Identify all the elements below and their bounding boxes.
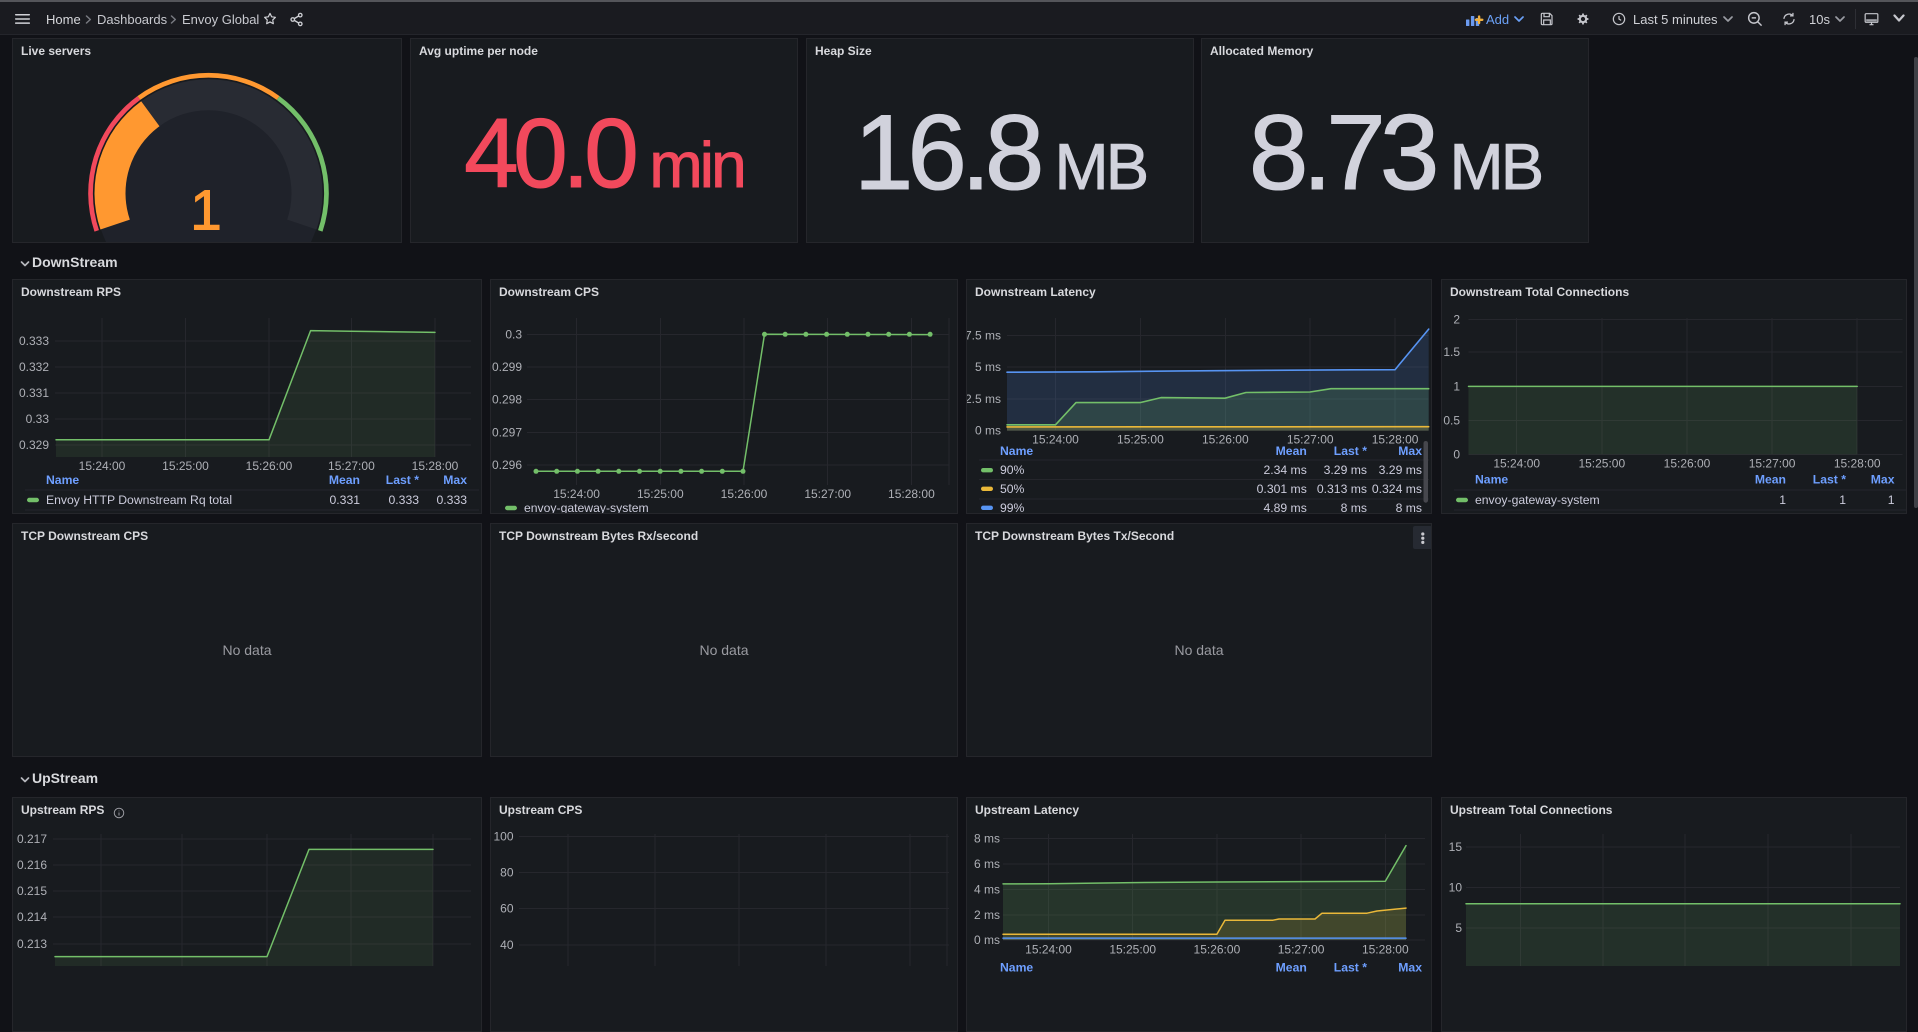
svg-text:0.217: 0.217	[17, 832, 47, 846]
svg-text:15:25:00: 15:25:00	[1117, 433, 1164, 447]
svg-text:Max: Max	[443, 473, 467, 487]
svg-text:15:24:00: 15:24:00	[553, 487, 600, 501]
svg-text:15:28:00: 15:28:00	[412, 459, 459, 473]
svg-text:15:26:00: 15:26:00	[246, 459, 293, 473]
svg-text:0.324 ms: 0.324 ms	[1372, 482, 1422, 496]
svg-text:2: 2	[1453, 313, 1460, 327]
svg-text:15:27:00: 15:27:00	[328, 459, 375, 473]
svg-text:0: 0	[1453, 447, 1460, 461]
svg-text:8 ms: 8 ms	[1341, 501, 1367, 514]
svg-text:Name: Name	[1475, 473, 1508, 487]
svg-text:90%: 90%	[1000, 463, 1025, 477]
svg-text:Mean: Mean	[329, 473, 360, 487]
svg-text:60: 60	[500, 902, 514, 916]
svg-text:2.5 ms: 2.5 ms	[967, 392, 1001, 406]
svg-text:envoy-gateway-system: envoy-gateway-system	[1475, 493, 1600, 507]
svg-text:Max: Max	[1871, 473, 1895, 487]
svg-text:1: 1	[1453, 379, 1460, 393]
svg-text:0.297: 0.297	[492, 425, 522, 439]
svg-text:15:26:00: 15:26:00	[1194, 943, 1241, 957]
svg-text:0.313 ms: 0.313 ms	[1317, 482, 1367, 496]
svg-text:1: 1	[1839, 493, 1846, 507]
svg-text:15:24:00: 15:24:00	[1032, 433, 1079, 447]
svg-text:Mean: Mean	[1276, 961, 1307, 975]
svg-text:1: 1	[1888, 493, 1895, 507]
svg-text:Last *: Last *	[1813, 473, 1846, 487]
svg-text:0.213: 0.213	[17, 937, 47, 951]
svg-text:1: 1	[1779, 493, 1786, 507]
svg-text:15:25:00: 15:25:00	[162, 459, 209, 473]
svg-text:0.299: 0.299	[492, 360, 522, 374]
svg-text:15:25:00: 15:25:00	[1109, 943, 1156, 957]
svg-text:15:26:00: 15:26:00	[1664, 457, 1711, 471]
svg-text:8 ms: 8 ms	[1396, 501, 1422, 514]
svg-text:0.333: 0.333	[437, 493, 468, 507]
svg-text:0.215: 0.215	[17, 884, 47, 898]
svg-text:15:26:00: 15:26:00	[1202, 433, 1249, 447]
svg-text:15: 15	[1449, 840, 1463, 854]
svg-text:6 ms: 6 ms	[974, 857, 1000, 871]
svg-text:0.301 ms: 0.301 ms	[1257, 482, 1307, 496]
svg-text:3.29 ms: 3.29 ms	[1324, 463, 1367, 477]
svg-text:15:28:00: 15:28:00	[888, 487, 935, 501]
svg-text:0.216: 0.216	[17, 858, 47, 872]
svg-text:Name: Name	[1000, 444, 1033, 458]
svg-text:50%: 50%	[1000, 482, 1025, 496]
svg-text:2.34 ms: 2.34 ms	[1263, 463, 1306, 477]
svg-text:8 ms: 8 ms	[974, 832, 1000, 846]
svg-text:80: 80	[500, 866, 514, 880]
svg-text:0.214: 0.214	[17, 910, 47, 924]
svg-text:0.331: 0.331	[19, 386, 49, 400]
svg-text:15:26:00: 15:26:00	[721, 487, 768, 501]
svg-text:0.296: 0.296	[492, 458, 522, 472]
svg-text:15:25:00: 15:25:00	[1578, 457, 1625, 471]
svg-text:15:24:00: 15:24:00	[1025, 943, 1072, 957]
svg-text:15:24:00: 15:24:00	[79, 459, 126, 473]
svg-text:4 ms: 4 ms	[974, 883, 1000, 897]
svg-text:0.332: 0.332	[19, 360, 49, 374]
svg-text:100: 100	[493, 829, 513, 843]
svg-text:Last *: Last *	[1334, 444, 1367, 458]
svg-text:0.331: 0.331	[330, 493, 361, 507]
svg-text:15:28:00: 15:28:00	[1834, 457, 1881, 471]
svg-text:0.5: 0.5	[1443, 414, 1460, 428]
svg-text:7.5 ms: 7.5 ms	[967, 329, 1001, 343]
svg-text:5 ms: 5 ms	[975, 360, 1001, 374]
svg-text:15:27:00: 15:27:00	[1278, 943, 1325, 957]
svg-text:1.5: 1.5	[1443, 345, 1460, 359]
svg-text:Last *: Last *	[386, 473, 419, 487]
svg-text:0.298: 0.298	[492, 393, 522, 407]
svg-text:1: 1	[190, 179, 222, 243]
svg-text:15:27:00: 15:27:00	[1749, 457, 1796, 471]
svg-text:0 ms: 0 ms	[975, 424, 1001, 438]
svg-text:15:24:00: 15:24:00	[1493, 457, 1540, 471]
svg-text:15:27:00: 15:27:00	[804, 487, 851, 501]
svg-text:0.333: 0.333	[19, 334, 49, 348]
svg-text:4.89 ms: 4.89 ms	[1263, 501, 1306, 514]
svg-text:0.333: 0.333	[389, 493, 420, 507]
svg-text:Max: Max	[1398, 444, 1422, 458]
svg-text:99%: 99%	[1000, 501, 1025, 514]
svg-text:10: 10	[1449, 880, 1463, 894]
svg-text:Mean: Mean	[1755, 473, 1786, 487]
svg-text:40: 40	[500, 938, 514, 952]
svg-text:15:25:00: 15:25:00	[637, 487, 684, 501]
svg-text:5: 5	[1455, 921, 1462, 935]
svg-text:0.329: 0.329	[19, 438, 49, 452]
svg-text:Mean: Mean	[1276, 444, 1307, 458]
svg-text:Name: Name	[46, 473, 79, 487]
svg-text:0.3: 0.3	[505, 327, 522, 341]
svg-text:envoy-gateway-system: envoy-gateway-system	[524, 501, 649, 514]
svg-text:2 ms: 2 ms	[974, 908, 1000, 922]
svg-text:0.33: 0.33	[26, 412, 50, 426]
svg-text:Envoy HTTP Downstream Rq total: Envoy HTTP Downstream Rq total	[46, 493, 232, 507]
svg-text:3.29 ms: 3.29 ms	[1379, 463, 1422, 477]
svg-text:Last *: Last *	[1334, 961, 1367, 975]
svg-text:Max: Max	[1398, 961, 1422, 975]
svg-text:Name: Name	[1000, 961, 1033, 975]
svg-text:15:28:00: 15:28:00	[1362, 943, 1409, 957]
svg-text:0 ms: 0 ms	[974, 933, 1000, 947]
